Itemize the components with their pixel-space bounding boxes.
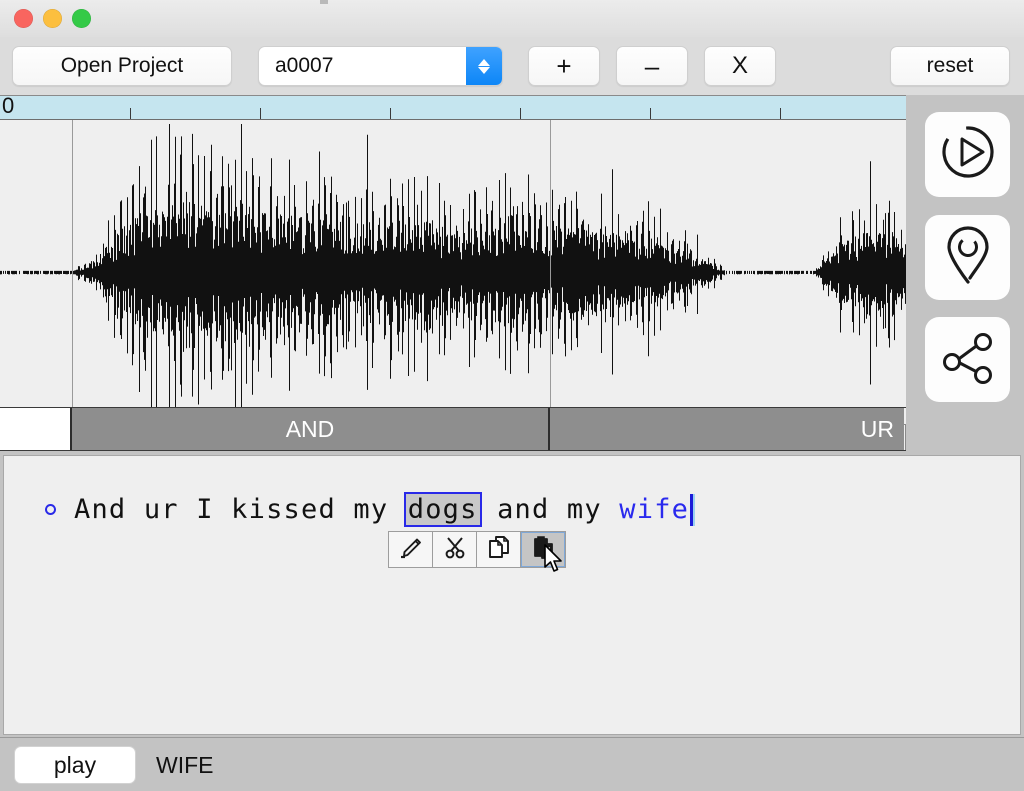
transcript-space	[549, 494, 566, 525]
location-pin-icon	[939, 224, 997, 291]
scissors-icon	[442, 534, 468, 565]
delete-button[interactable]: X	[704, 46, 776, 86]
maximize-window-button[interactable]	[72, 9, 91, 28]
time-ruler[interactable]: 0	[0, 95, 906, 120]
transcript-word[interactable]: and	[497, 494, 549, 525]
waveform-canvas[interactable]	[0, 120, 906, 425]
main-toolbar: Open Project a0007 + – X reset	[0, 37, 1024, 96]
play-circle-button[interactable]	[925, 112, 1010, 197]
traffic-light-group	[14, 9, 91, 28]
title-bar	[0, 0, 1024, 38]
chevron-down-icon[interactable]	[478, 67, 490, 74]
text-caret	[690, 494, 693, 526]
transcript-word[interactable]: my	[567, 494, 602, 525]
segment-boundary-line[interactable]	[72, 120, 73, 425]
tool-sidebar	[906, 95, 1024, 451]
stepper-arrows[interactable]	[466, 47, 502, 85]
transcript-word[interactable]: And	[74, 494, 126, 525]
paste-button[interactable]	[521, 532, 565, 567]
ruler-tick	[650, 108, 651, 119]
transcript-space	[602, 494, 619, 525]
bullet-marker-icon	[45, 504, 56, 515]
segment-and[interactable]: AND	[72, 408, 550, 450]
ruler-tick	[260, 108, 261, 119]
project-stepper[interactable]: a0007	[258, 46, 503, 86]
copy-button[interactable]	[477, 532, 521, 567]
titlebar-notch	[320, 0, 328, 4]
paste-icon	[530, 534, 556, 565]
remove-button[interactable]: –	[616, 46, 688, 86]
ruler-tick	[130, 108, 131, 119]
transcript-row: And ur I kissed my dogs and my wife	[4, 492, 1020, 527]
transcript-word[interactable]: kissed	[231, 494, 336, 525]
segment-empty[interactable]	[0, 408, 72, 450]
close-window-button[interactable]	[14, 9, 33, 28]
copy-icon	[486, 534, 512, 565]
audio-waveform	[0, 120, 906, 425]
cut-button[interactable]	[433, 532, 477, 567]
edit-word-button[interactable]	[389, 532, 433, 567]
context-edit-toolbar	[388, 531, 566, 568]
waveform-workspace: 0	[0, 95, 906, 450]
open-project-button[interactable]: Open Project	[12, 46, 232, 86]
transcript-space	[480, 494, 497, 525]
transcript-space	[126, 494, 143, 525]
add-button[interactable]: +	[528, 46, 600, 86]
ruler-tick	[390, 108, 391, 119]
transcript-word[interactable]: ur	[144, 494, 179, 525]
segment-ur[interactable]: UR	[550, 408, 904, 450]
bottom-bar: play WIFE	[0, 737, 1024, 791]
ruler-zero-label: 0	[2, 95, 14, 119]
transcript-space	[336, 494, 353, 525]
ruler-tick	[520, 108, 521, 119]
transcript-word-edited[interactable]: wife	[619, 494, 689, 525]
play-button[interactable]: play	[14, 746, 136, 784]
transcript-text[interactable]: And ur I kissed my dogs and my wife	[74, 492, 693, 527]
transcript-word[interactable]: my	[353, 494, 388, 525]
segment-label-strip: AND UR	[0, 407, 906, 451]
transcript-panel[interactable]: And ur I kissed my dogs and my wife	[3, 455, 1021, 735]
transcript-space	[214, 494, 231, 525]
app-window: Open Project a0007 + – X reset 0 AND UR	[0, 0, 1024, 791]
transcript-word[interactable]: I	[196, 494, 213, 525]
segment-label: UR	[861, 416, 894, 443]
share-nodes-icon	[939, 328, 997, 391]
segment-label: AND	[286, 416, 335, 443]
location-pin-button[interactable]	[925, 215, 1010, 300]
project-value-field[interactable]: a0007	[259, 54, 466, 78]
share-nodes-button[interactable]	[925, 317, 1010, 402]
pencil-icon	[398, 534, 424, 565]
transcript-space	[179, 494, 196, 525]
chevron-up-icon[interactable]	[478, 59, 490, 66]
status-label: WIFE	[156, 752, 214, 779]
ruler-tick	[780, 108, 781, 119]
minimize-window-button[interactable]	[43, 9, 62, 28]
play-circle-icon	[939, 123, 997, 186]
segment-boundary-line[interactable]	[550, 120, 551, 425]
transcript-word-selected[interactable]: dogs	[404, 492, 482, 527]
reset-button[interactable]: reset	[890, 46, 1010, 86]
